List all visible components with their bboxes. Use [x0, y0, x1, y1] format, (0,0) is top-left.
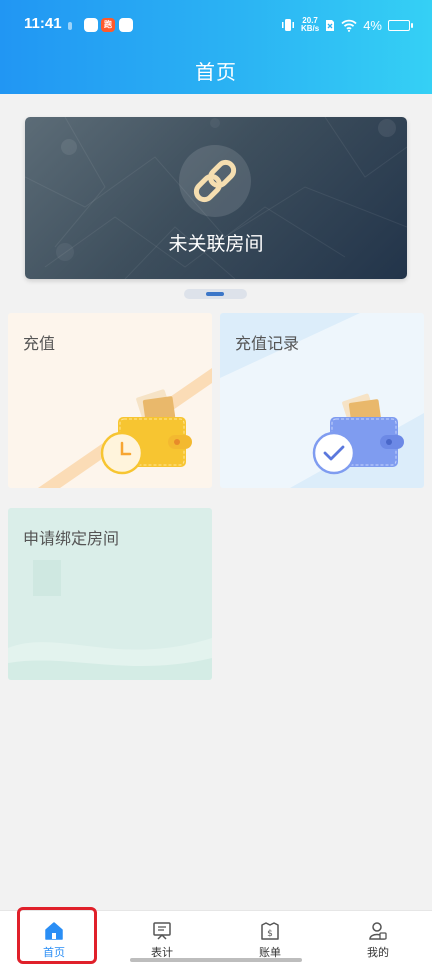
- recharge-label: 充值: [23, 334, 56, 353]
- svg-text:$: $: [267, 929, 273, 939]
- meter-icon: [153, 922, 171, 940]
- carousel-indicator-active: [206, 292, 224, 296]
- recharge-card[interactable]: 充值: [8, 313, 212, 488]
- status-bar: 11:41 跑 20.7 KB/s 4%: [0, 0, 432, 50]
- tab-home[interactable]: 首页: [0, 911, 108, 964]
- wifi-icon: [341, 19, 357, 32]
- battery-icon: [388, 19, 413, 31]
- status-time: 11:41: [24, 15, 62, 32]
- network-speed: 20.7 KB/s: [300, 16, 320, 33]
- page-title: 首页: [195, 60, 237, 84]
- banner-status-text: 未关联房间: [168, 233, 264, 255]
- app-badge-icon: 跑: [101, 18, 115, 32]
- home-icon: [45, 922, 63, 940]
- gesture-home-indicator[interactable]: [130, 958, 302, 962]
- tab-bill[interactable]: $ 账单: [216, 911, 324, 964]
- notification-dot-icon: [68, 22, 72, 30]
- message-notification-icon: [119, 18, 133, 32]
- profile-icon: [369, 922, 387, 940]
- bottom-tab-bar: 首页 表计 $ 账单 我的: [0, 910, 432, 964]
- tab-home-label: 首页: [43, 946, 65, 959]
- bind-room-label: 申请绑定房间: [23, 529, 120, 548]
- sim-icon: [326, 19, 335, 31]
- recharge-records-card[interactable]: 充值记录: [220, 313, 424, 488]
- app-header: 11:41 跑 20.7 KB/s 4% 首页: [0, 0, 432, 94]
- tab-profile-label: 我的: [367, 946, 389, 959]
- recharge-records-label: 充值记录: [235, 334, 300, 353]
- battery-percent: 4%: [363, 17, 382, 33]
- link-icon-circle: [179, 145, 251, 217]
- tab-meter[interactable]: 表计: [108, 911, 216, 964]
- bind-room-card[interactable]: 申请绑定房间: [8, 508, 212, 680]
- vibrate-icon: [281, 19, 294, 31]
- link-icon: [193, 159, 237, 203]
- room-banner[interactable]: 未关联房间: [25, 117, 407, 279]
- tab-profile[interactable]: 我的: [324, 911, 432, 964]
- app-notification-icon: [84, 18, 98, 32]
- status-right: 20.7 KB/s 4%: [281, 16, 413, 34]
- bill-icon: $: [261, 922, 279, 940]
